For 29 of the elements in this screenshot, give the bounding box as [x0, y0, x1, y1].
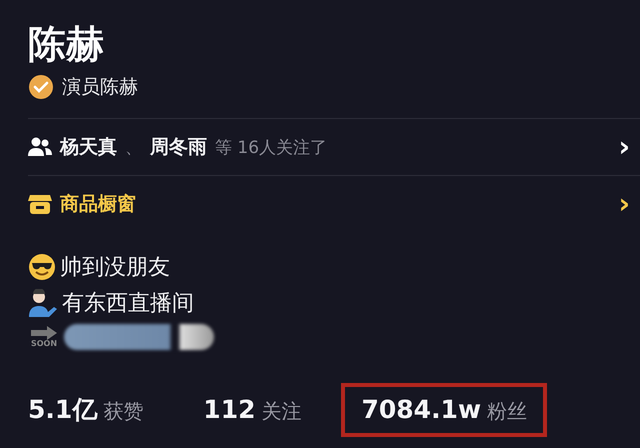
stat-label: 关注 — [261, 398, 302, 424]
followed-count: 等 16人关注了 — [215, 136, 328, 158]
followed-by-row[interactable]: 杨天真 、 周冬雨 等 16人关注了 › — [28, 119, 640, 175]
bio-line: 帅到没朋友 — [60, 254, 170, 282]
stat[interactable]: 112 关注 — [183, 382, 322, 436]
chevron-icon: › — [618, 133, 630, 161]
stat[interactable]: 5.1亿 获赞 — [8, 381, 164, 438]
stat-value: 5.1亿 — [28, 394, 98, 426]
verification-label: 演员陈赫 — [62, 75, 138, 100]
separator: 、 — [125, 136, 142, 158]
people-icon — [28, 137, 52, 157]
profile-name: 陈赫 — [28, 21, 105, 68]
shop-window-row[interactable]: 商品橱窗 › — [28, 176, 640, 232]
arrow-icon — [31, 326, 57, 340]
friend-name[interactable]: 周冬雨 — [150, 134, 207, 160]
person-emoji-icon — [28, 289, 58, 317]
sunglasses-emoji-icon — [28, 253, 56, 281]
highlight-frame[interactable]: 7084.1w 粉丝 — [341, 382, 548, 436]
friend-name[interactable]: 杨天真 — [60, 134, 117, 160]
stat-label: 粉丝 — [487, 398, 528, 424]
chevron-icon: › — [618, 190, 630, 218]
stat-label: 获赞 — [103, 398, 144, 425]
shop-icon — [28, 193, 52, 215]
bio-line: 有东西直播间 — [62, 290, 194, 318]
soon-label: SOON — [30, 340, 58, 348]
stat-value: 112 — [203, 394, 256, 424]
shop-window-label: 商品橱窗 — [60, 192, 136, 217]
stat-value: 7084.1w — [361, 394, 482, 424]
verified-icon — [28, 74, 54, 100]
